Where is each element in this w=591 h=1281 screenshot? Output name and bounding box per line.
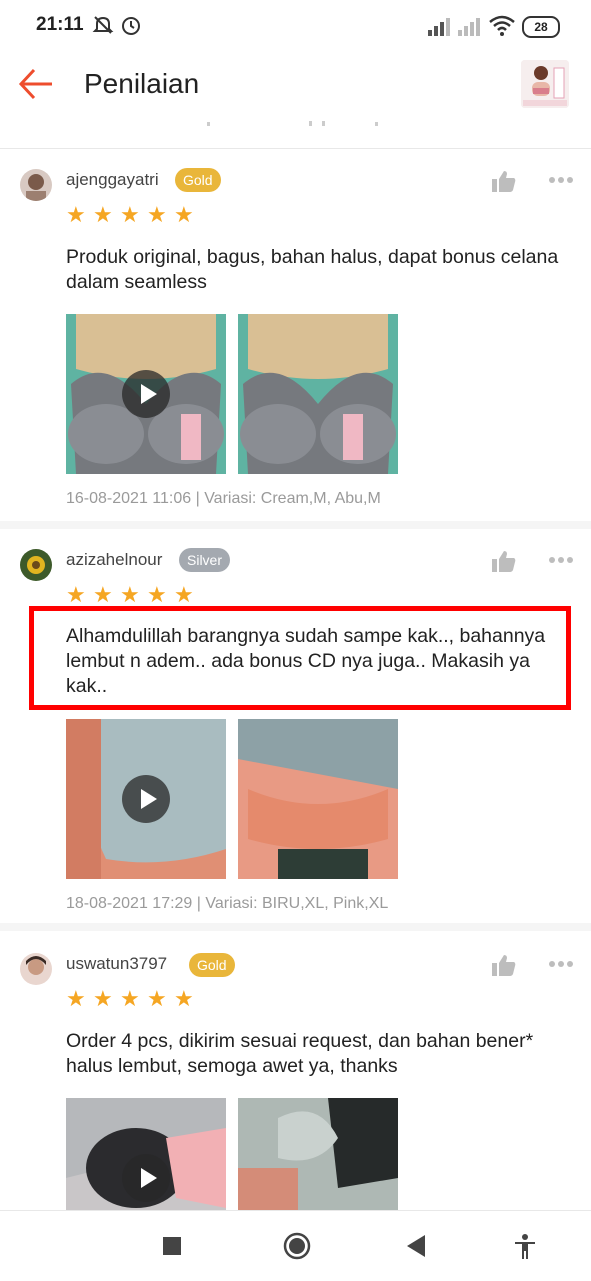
review-item: uswatun3797 Gold ★ ★ ★ ★ ★ Order 4 pcs, diki… [0, 931, 591, 1258]
review-meta: 18-08-2021 17:29 | Variasi: BIRU,XL, Pin… [66, 895, 389, 912]
star-icon: ★ [174, 986, 194, 1011]
back-arrow-icon[interactable] [18, 66, 54, 102]
review-text: Order 4 pcs, dikirim sesuai request, dan… [66, 1030, 534, 1077]
reviewer-name: azizahelnour [66, 550, 163, 569]
play-icon[interactable] [122, 1154, 170, 1202]
star-icon: ★ [120, 582, 140, 607]
accessibility-icon[interactable] [514, 1233, 536, 1259]
play-icon[interactable] [122, 775, 170, 823]
avatar [20, 953, 52, 985]
star-icon: ★ [147, 582, 167, 607]
thumbs-up-icon[interactable] [492, 550, 516, 572]
scrolled-content-edge [0, 116, 591, 149]
status-bar: 21:11 28 [0, 0, 591, 52]
star-rating: ★ ★ ★ ★ ★ [66, 202, 201, 227]
member-badge: Gold [189, 953, 235, 977]
signal-icon [458, 18, 480, 36]
star-icon: ★ [66, 582, 86, 607]
more-options-icon[interactable] [548, 176, 574, 184]
star-rating: ★ ★ ★ ★ ★ [66, 986, 201, 1011]
thumbs-up-icon[interactable] [492, 170, 516, 192]
thumbs-up-icon[interactable] [492, 954, 516, 976]
page-title: Penilaian [84, 68, 200, 99]
status-time: 21:11 [36, 14, 84, 35]
star-icon: ★ [174, 202, 194, 227]
avatar [20, 549, 52, 581]
review-video-thumbnail[interactable] [66, 719, 226, 879]
star-icon: ★ [120, 202, 140, 227]
reviewer-name: uswatun3797 [66, 954, 168, 973]
member-badge: Silver [179, 548, 231, 572]
more-options-icon[interactable] [548, 960, 574, 968]
mute-icon [92, 16, 114, 34]
review-video-thumbnail[interactable] [66, 314, 226, 474]
star-icon: ★ [66, 986, 86, 1011]
star-icon: ★ [147, 202, 167, 227]
avatar [20, 169, 52, 201]
alarm-icon [122, 17, 140, 35]
signal-icon [428, 18, 450, 36]
back-icon[interactable] [407, 1235, 425, 1257]
star-icon: ★ [66, 202, 86, 227]
star-icon: ★ [174, 582, 194, 607]
home-icon[interactable] [283, 1232, 311, 1260]
star-icon: ★ [93, 582, 113, 607]
star-icon: ★ [120, 986, 140, 1011]
review-item: azizahelnour Silver ★ ★ ★ ★ ★ Alhamdulillah … [0, 529, 591, 931]
system-nav-bar [0, 1210, 591, 1281]
app-bar: Penilaian [0, 52, 591, 116]
more-options-icon[interactable] [548, 556, 574, 564]
play-icon[interactable] [122, 370, 170, 418]
reviewer-name: ajenggayatri [66, 170, 159, 189]
star-icon: ★ [93, 202, 113, 227]
review-image[interactable] [238, 719, 398, 879]
product-thumbnail[interactable] [521, 60, 569, 108]
review-text: Produk original, bagus, bahan halus, dap… [66, 246, 559, 293]
star-icon: ★ [93, 986, 113, 1011]
recents-icon[interactable] [163, 1237, 181, 1255]
review-image[interactable] [238, 314, 398, 474]
highlight-box [29, 606, 571, 710]
wifi-icon [489, 15, 515, 36]
star-rating: ★ ★ ★ ★ ★ [66, 582, 201, 607]
review-meta: 16-08-2021 11:06 | Variasi: Cream,M, Abu… [66, 490, 381, 507]
star-icon: ★ [147, 986, 167, 1011]
review-item: ajenggayatri Gold ★ ★ ★ ★ ★ Produk original,… [0, 149, 591, 529]
battery-icon: 28 [522, 16, 560, 38]
member-badge: Gold [175, 168, 221, 192]
